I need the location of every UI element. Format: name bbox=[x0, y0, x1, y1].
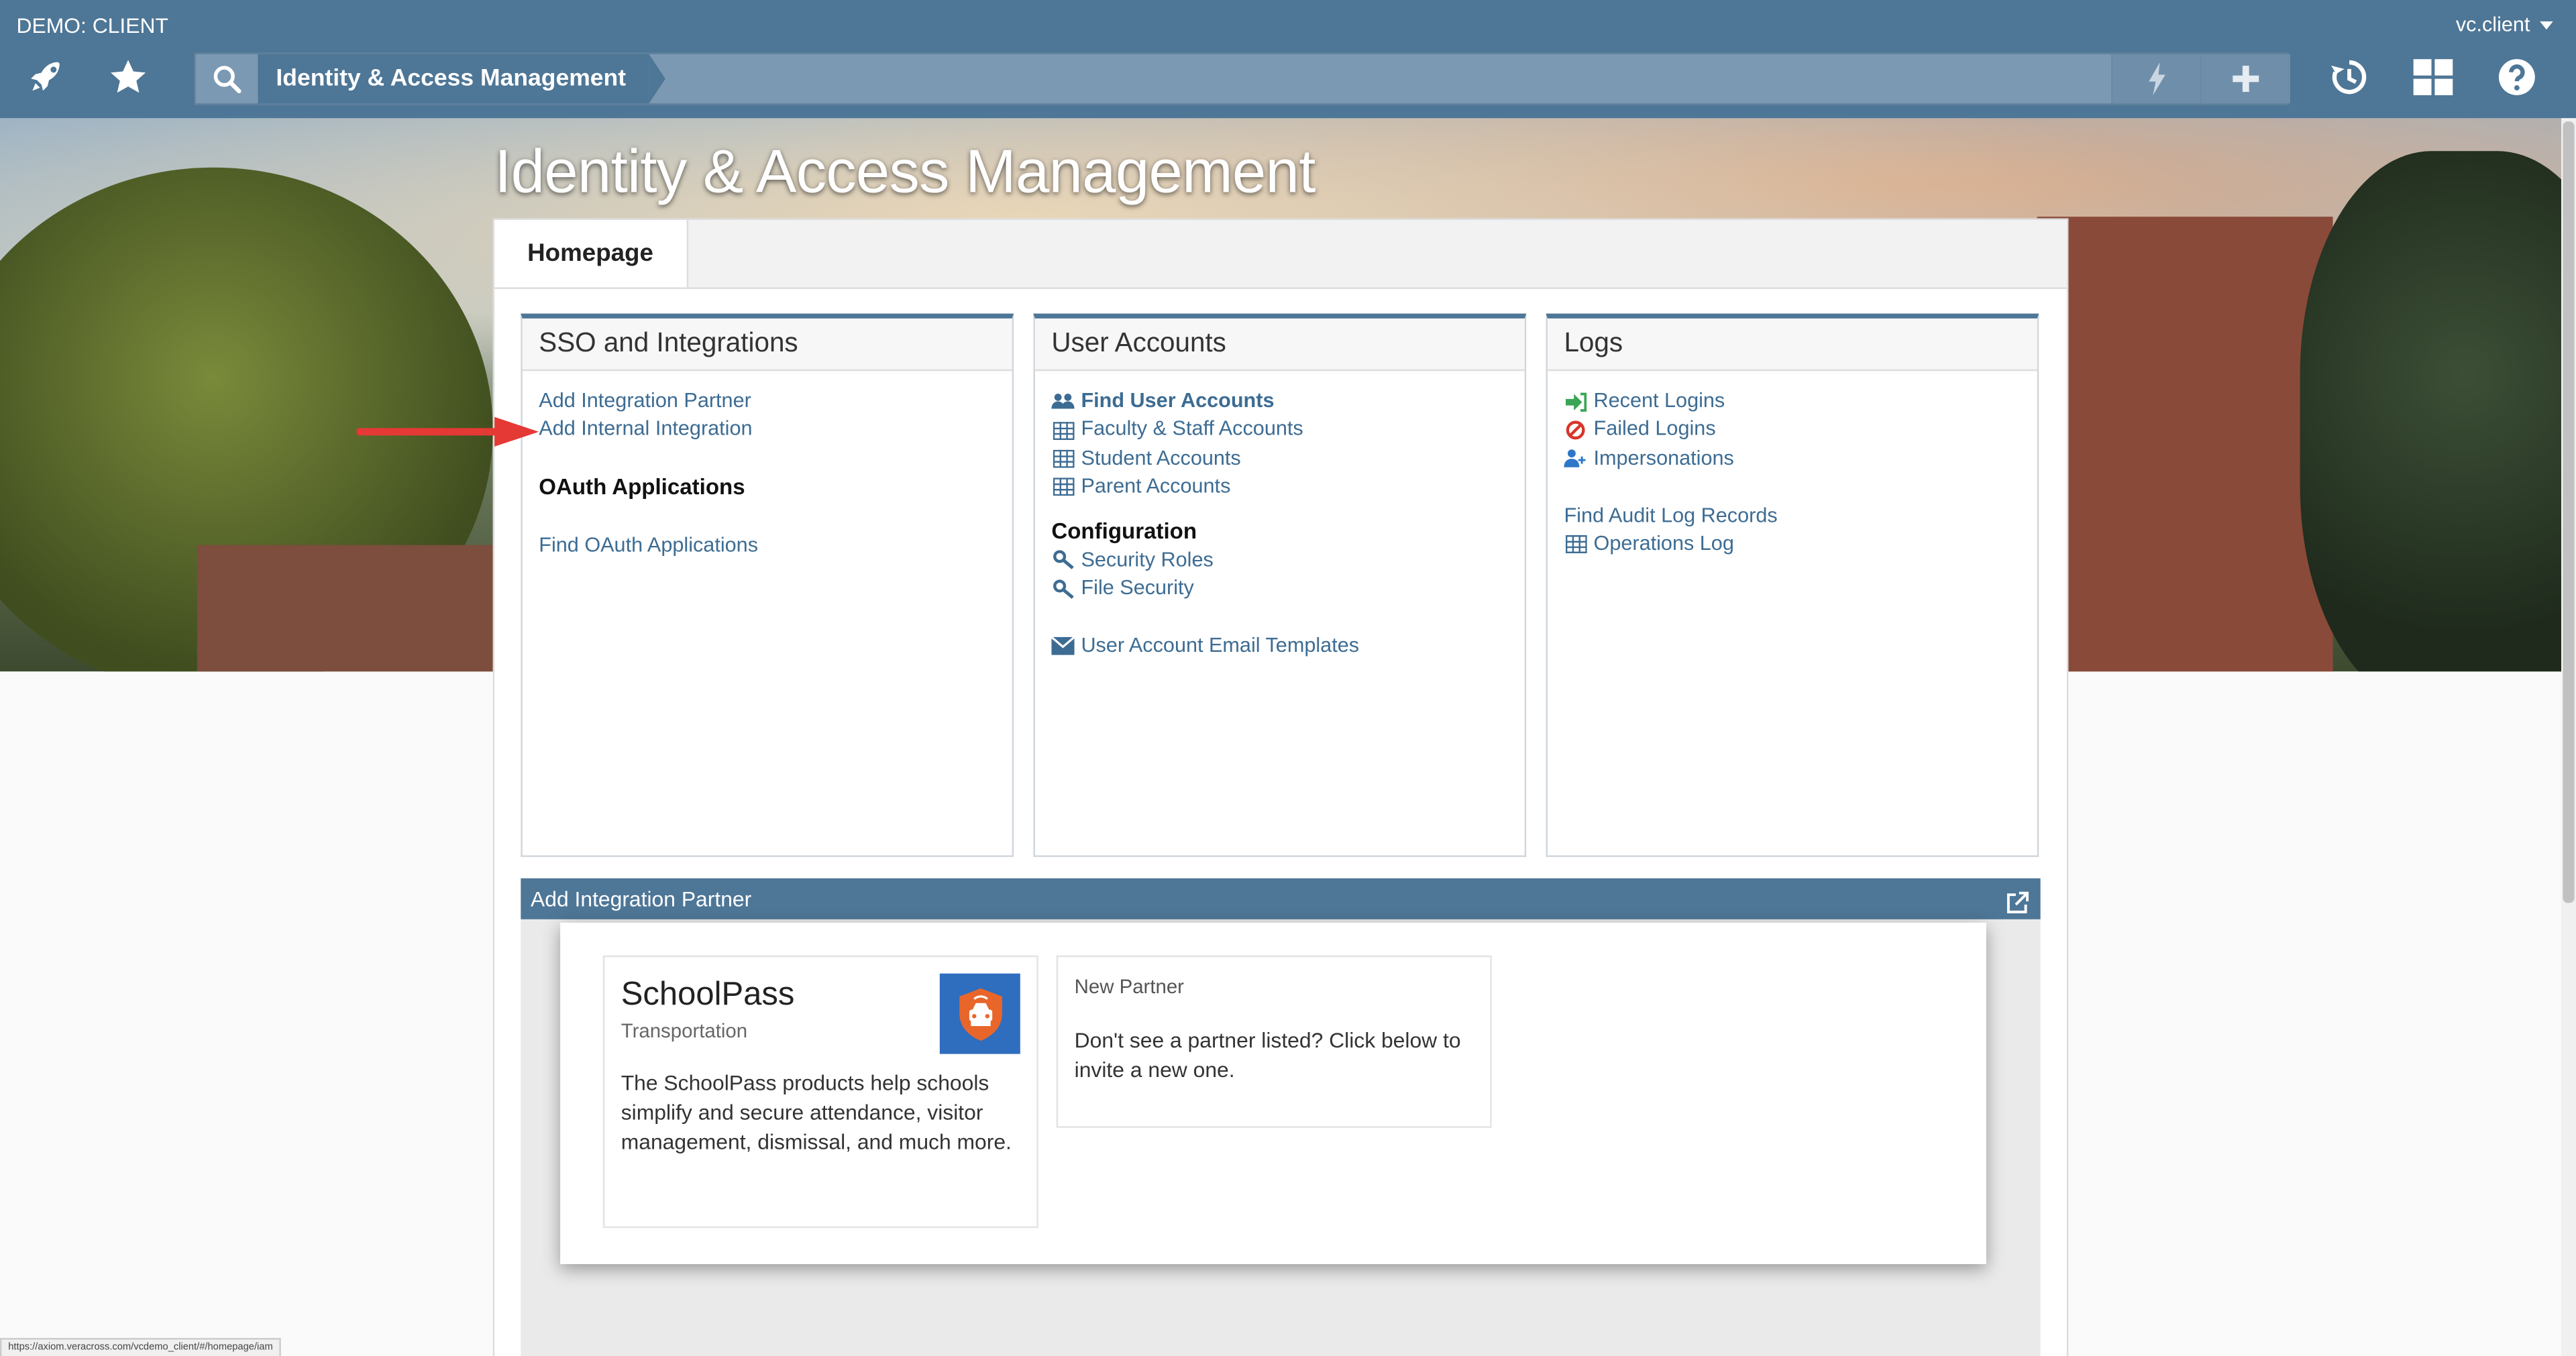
card-title: User Accounts bbox=[1034, 318, 1525, 372]
recent-logins-link[interactable]: Recent Logins bbox=[1564, 388, 2021, 416]
file-security-link[interactable]: File Security bbox=[1051, 575, 1508, 604]
partner-category: Transportation bbox=[621, 1019, 748, 1043]
help-icon[interactable] bbox=[2489, 54, 2544, 101]
sign-in-icon bbox=[1564, 392, 1587, 412]
search-bar[interactable]: Identity & Access Management bbox=[193, 52, 2290, 105]
external-link-icon[interactable] bbox=[2006, 887, 2029, 913]
user-menu[interactable]: vc.client bbox=[2456, 13, 2553, 36]
app-window: Identity & Access Management DEMO: CLIEN… bbox=[0, 0, 2576, 1356]
key-icon bbox=[1051, 550, 1074, 570]
failed-logins-link[interactable]: Failed Logins bbox=[1564, 416, 2021, 445]
table-icon bbox=[1051, 449, 1074, 468]
plus-icon[interactable] bbox=[2200, 54, 2290, 104]
logs-card: Logs Recent Logins Failed Logins Imperso… bbox=[1546, 313, 2039, 857]
tab-homepage[interactable]: Homepage bbox=[494, 220, 688, 288]
table-icon bbox=[1051, 477, 1074, 497]
operations-log-link[interactable]: Operations Log bbox=[1564, 530, 2021, 559]
add-integration-partner-link[interactable]: Add Integration Partner bbox=[539, 388, 996, 416]
chevron-down-icon bbox=[2540, 21, 2553, 30]
key-icon bbox=[1051, 579, 1074, 599]
find-audit-log-records-link[interactable]: Find Audit Log Records bbox=[1564, 502, 2021, 530]
table-icon bbox=[1051, 420, 1074, 440]
add-internal-integration-link[interactable]: Add Internal Integration bbox=[539, 416, 996, 445]
users-icon bbox=[1051, 392, 1075, 411]
find-user-accounts-link[interactable]: Find User Accounts bbox=[1051, 388, 1508, 416]
main-panel: Homepage SSO and Integrations Add Integr… bbox=[492, 218, 2069, 1356]
envelope-icon bbox=[1051, 636, 1075, 655]
impersonations-link[interactable]: Impersonations bbox=[1564, 445, 2021, 473]
dashboard-icon[interactable] bbox=[2405, 54, 2461, 101]
status-bar-url: https://axiom.veracross.com/vcdemo_clien… bbox=[0, 1338, 281, 1356]
lightning-icon[interactable] bbox=[2110, 54, 2202, 104]
student-accounts-link[interactable]: Student Accounts bbox=[1051, 445, 1508, 473]
user-account-email-templates-link[interactable]: User Account Email Templates bbox=[1051, 632, 1508, 661]
top-navigation-bar: DEMO: CLIENT vc.client Identity & Access… bbox=[0, 0, 2576, 119]
ban-icon bbox=[1564, 420, 1587, 440]
configuration-heading: Configuration bbox=[1051, 518, 1197, 543]
partner-description: The SchoolPass products help schools sim… bbox=[621, 1070, 1012, 1154]
new-partner-card[interactable]: New Partner Don't see a partner listed? … bbox=[1056, 955, 1492, 1128]
partner-name: SchoolPass bbox=[621, 976, 795, 1013]
breadcrumb[interactable]: Identity & Access Management bbox=[258, 54, 665, 104]
rocket-icon[interactable] bbox=[18, 54, 74, 101]
widget-title: Add Integration Partner bbox=[531, 886, 752, 911]
search-icon[interactable] bbox=[195, 54, 260, 104]
vertical-scrollbar[interactable] bbox=[2561, 118, 2576, 1356]
widget-body: SchoolPass Transportation The SchoolPass… bbox=[521, 919, 2041, 1356]
schoolpass-logo-icon bbox=[939, 973, 1020, 1054]
history-icon[interactable] bbox=[2321, 54, 2377, 101]
oauth-applications-heading: OAuth Applications bbox=[539, 474, 745, 500]
sso-integrations-card: SSO and Integrations Add Integration Par… bbox=[521, 313, 1014, 857]
scrollbar-thumb[interactable] bbox=[2563, 121, 2575, 903]
partner-list: SchoolPass Transportation The SchoolPass… bbox=[560, 922, 1986, 1264]
card-title: Logs bbox=[1547, 318, 2037, 372]
add-integration-partner-widget-header: Add Integration Partner bbox=[521, 878, 2041, 919]
star-icon[interactable] bbox=[100, 54, 156, 101]
new-partner-description: Don't see a partner listed? Click below … bbox=[1074, 1027, 1461, 1082]
parent-accounts-link[interactable]: Parent Accounts bbox=[1051, 473, 1508, 502]
user-plus-icon bbox=[1564, 449, 1587, 468]
annotation-arrow-icon bbox=[356, 416, 539, 447]
new-partner-title: New Partner bbox=[1074, 975, 1185, 999]
table-icon bbox=[1564, 534, 1587, 554]
page-title: Identity & Access Management bbox=[494, 137, 1316, 205]
user-accounts-card: User Accounts Find User Accounts Faculty… bbox=[1033, 313, 1527, 857]
find-oauth-applications-link[interactable]: Find OAuth Applications bbox=[539, 531, 996, 560]
faculty-staff-accounts-link[interactable]: Faculty & Staff Accounts bbox=[1051, 416, 1508, 445]
user-name: vc.client bbox=[2455, 13, 2530, 36]
security-roles-link[interactable]: Security Roles bbox=[1051, 546, 1508, 575]
card-title: SSO and Integrations bbox=[522, 318, 1012, 372]
partner-card-schoolpass[interactable]: SchoolPass Transportation The SchoolPass… bbox=[602, 955, 1038, 1229]
tab-bar: Homepage bbox=[494, 220, 2067, 289]
org-title: DEMO: CLIENT bbox=[16, 13, 168, 38]
